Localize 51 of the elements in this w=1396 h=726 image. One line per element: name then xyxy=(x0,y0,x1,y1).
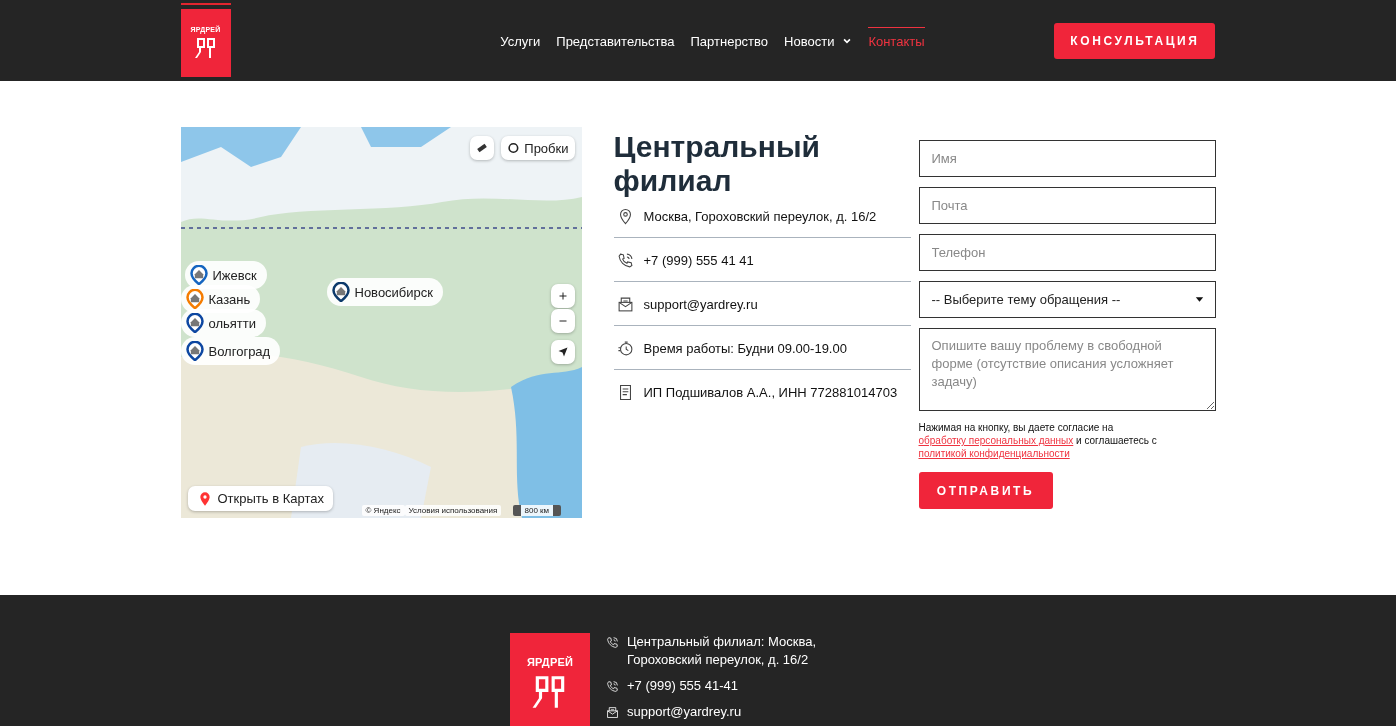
marker-label: Новосибирск xyxy=(354,284,433,300)
footer-contact-text: +7 (999) 555 41-41 xyxy=(627,677,738,695)
branch-title: Центральный филиал xyxy=(613,130,821,198)
contact-text: Москва, Гороховский переулок, д. 16/2 xyxy=(643,209,877,224)
traffic-button[interactable]: Пробки xyxy=(500,136,575,160)
input-field[interactable]: Почта xyxy=(918,187,1216,224)
nav-link[interactable]: Партнерство xyxy=(690,26,769,55)
contact-text: ИП Подшивалов А.А., ИНН 772881014703 xyxy=(643,385,898,400)
consultation-button[interactable]: КОНСУЛЬТАЦИЯ xyxy=(1054,22,1216,59)
envelope-icon xyxy=(616,296,634,313)
map-marker[interactable]: Новосибирск xyxy=(326,278,443,306)
contact-text: Время работы: Будни 09.00-19.00 xyxy=(643,341,847,356)
contact-text: +7 (999) 555 41 41 xyxy=(643,253,754,268)
footer-contact-text: Центральный филиал: Москва, Гороховский переулок, д. 16/2 xyxy=(627,633,818,669)
map-scale: 800 км xyxy=(512,505,562,516)
map-copyright: © Яндекс xyxy=(361,505,405,516)
consent-link[interactable]: обработку персональных данных xyxy=(918,435,1074,446)
phone-icon xyxy=(606,680,619,693)
marker-label: Казань xyxy=(208,291,251,307)
marker-label: Волгоград xyxy=(208,343,271,359)
contact-text: support@yardrey.ru xyxy=(643,297,758,312)
phone-icon xyxy=(616,252,634,269)
logo-text: ЯРДРЕЙ xyxy=(526,655,574,668)
submit-button[interactable]: ОТПРАВИТЬ xyxy=(918,472,1053,509)
input-field[interactable]: Телефон xyxy=(918,234,1216,271)
nav-link[interactable]: Новости xyxy=(784,26,853,55)
chevron-down-icon xyxy=(842,36,853,46)
marker-label: Ижевск xyxy=(212,267,257,283)
zoom-in-button[interactable] xyxy=(550,284,575,308)
topic-dropdown[interactable]: -- Выберите тему обращения -- xyxy=(918,281,1216,318)
map[interactable]: Пробки Ижевск Казань ольятти Волгоград Новосибирск Открыть в Картах © Яндекс Условия использования 800 км xyxy=(180,127,582,518)
nav-link[interactable]: Услуги xyxy=(500,26,541,55)
footer-contact-text: support@yardrey.ru xyxy=(627,703,742,721)
phone-icon xyxy=(606,636,619,649)
consent-link[interactable]: политикой конфиденциальности xyxy=(918,448,1070,459)
marker-label: ольятти xyxy=(208,315,256,331)
nav-link[interactable]: Представительства xyxy=(556,26,675,55)
consent-text: Нажимая на кнопку, вы даете согласие на обработку персональных данных и соглашаетесь с политикой конфиденциальности xyxy=(918,421,1158,460)
logo[interactable]: ЯРДРЕЙ xyxy=(510,633,590,726)
map-marker[interactable]: Волгоград xyxy=(180,337,281,365)
dropdown-arrow-icon xyxy=(1193,294,1205,305)
geolocation-button[interactable] xyxy=(550,340,575,364)
input-field[interactable]: Имя xyxy=(918,140,1216,177)
logo-mark-icon xyxy=(193,36,218,60)
open-in-maps-button[interactable]: Открыть в Картах xyxy=(187,486,333,511)
ruler-button[interactable] xyxy=(469,136,494,160)
envelope-icon xyxy=(606,706,619,719)
nav-link[interactable]: Контакты xyxy=(868,26,925,55)
stopwatch-icon xyxy=(616,340,634,357)
map-terms-link[interactable]: Условия использования xyxy=(404,505,502,516)
message-field[interactable]: Опишите вашу проблему в свободной форме (отсутствие описания усложняет задачу) xyxy=(918,328,1216,411)
